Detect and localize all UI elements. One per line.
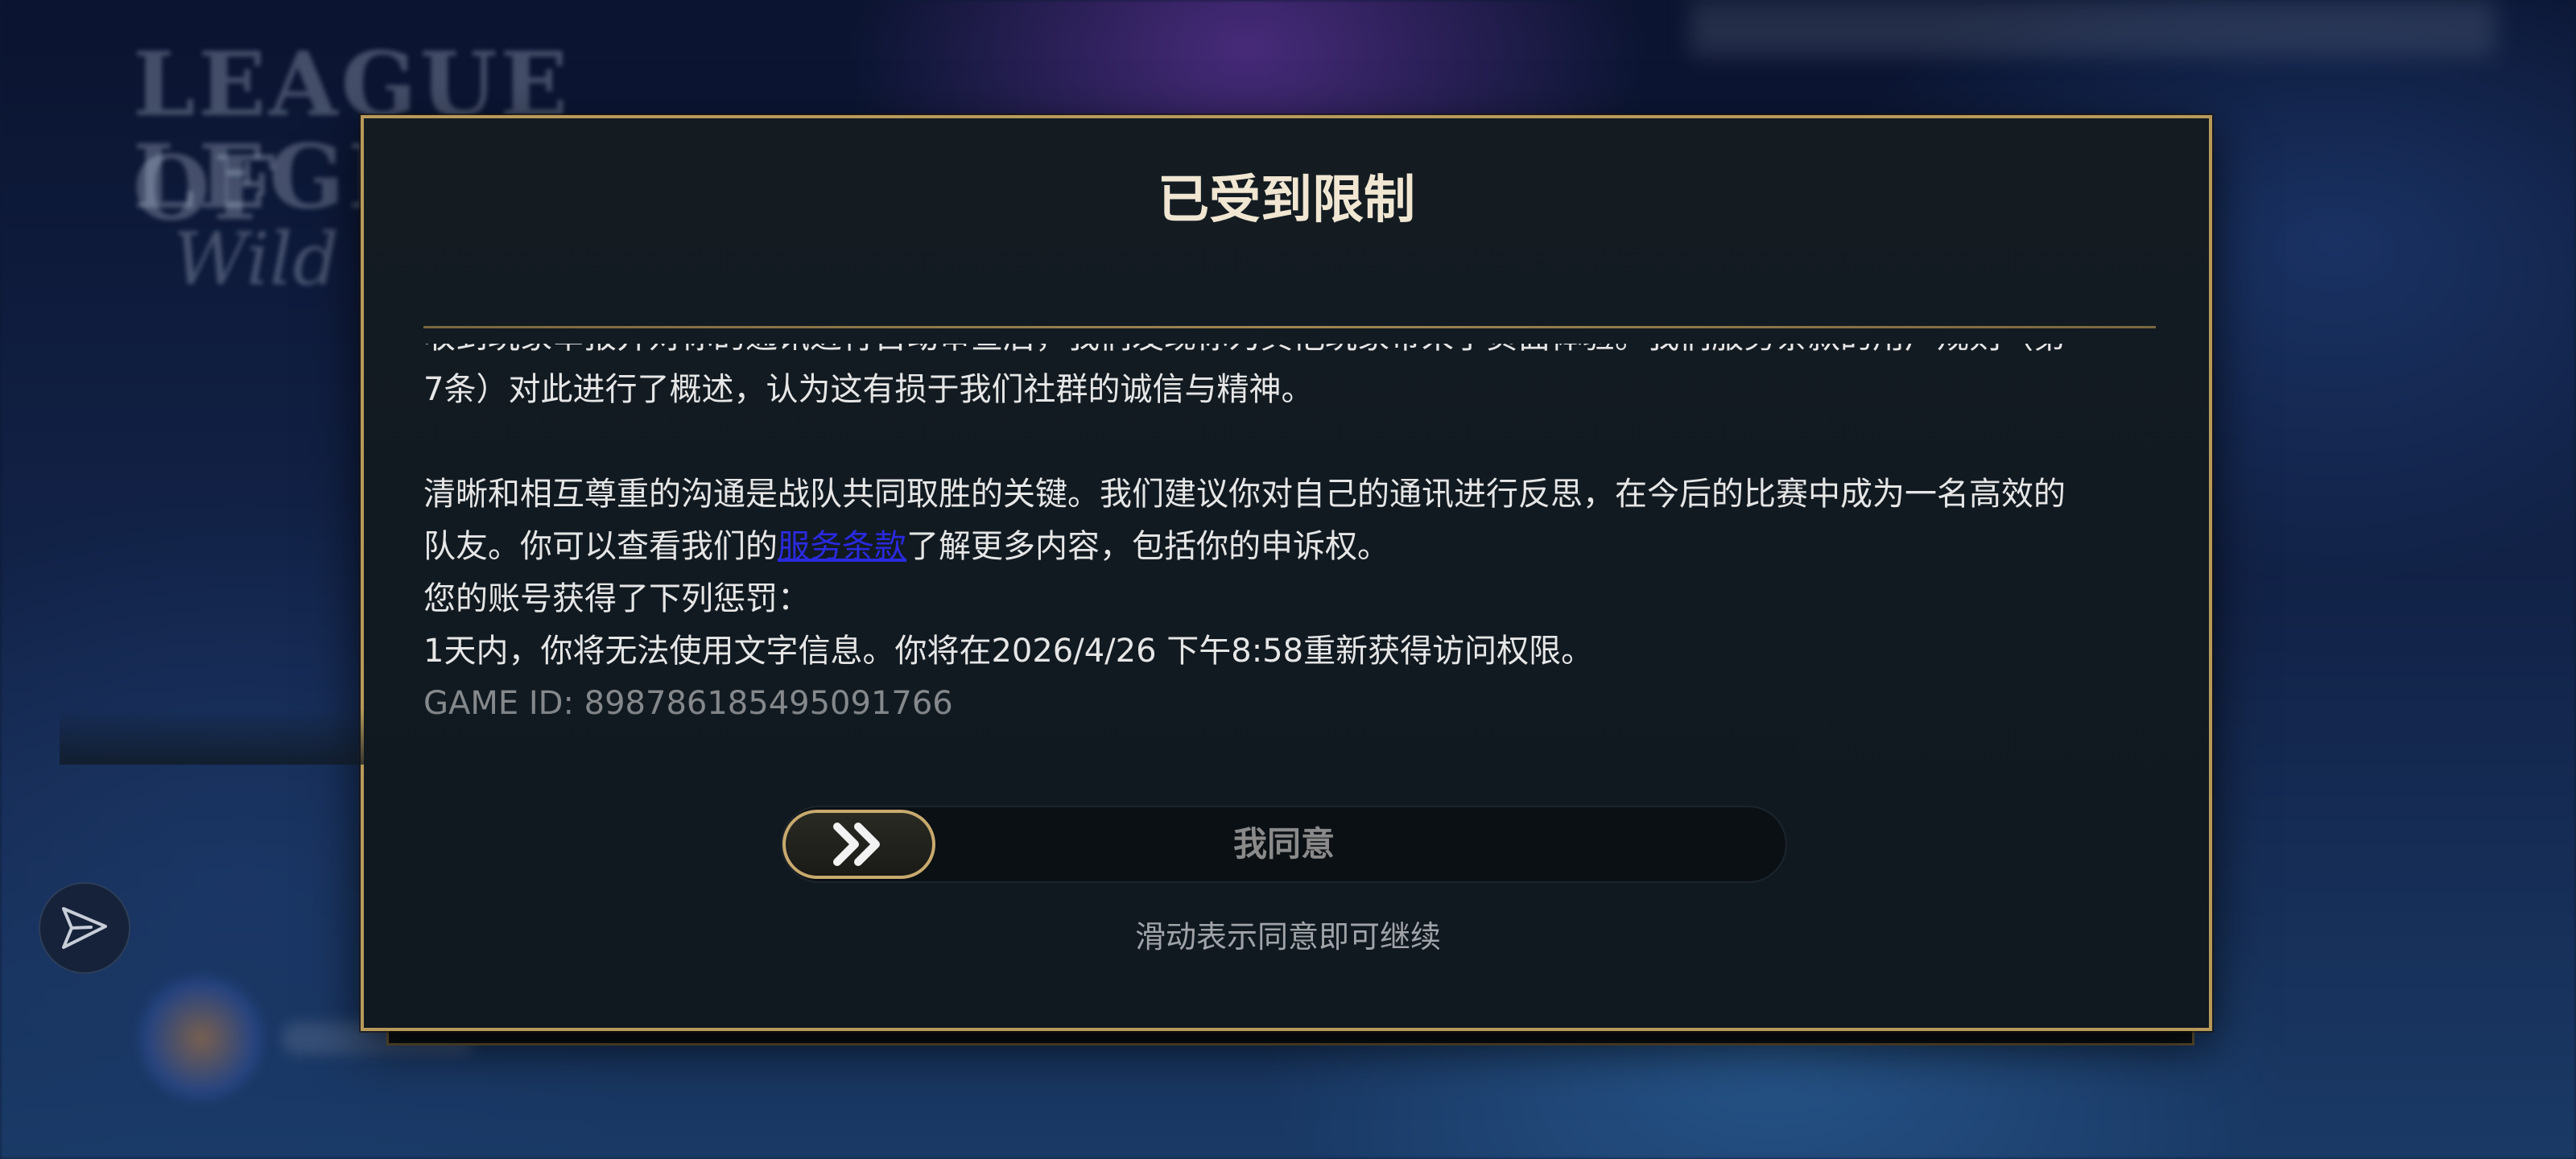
blurred-top-banner <box>1690 0 2496 56</box>
restriction-dialog: 已受到限制 收到玩家举报并对你的通讯进行自动审查后，我们发现你为其他玩家带来了负… <box>361 115 2212 1031</box>
terms-of-service-link[interactable]: 服务条款 <box>778 528 906 565</box>
penalty-detail: 1天内，你将无法使用文字信息。你将在2026/4/26 下午8:58重新获得访问… <box>423 633 1594 670</box>
message-line-cut: 收到玩家举报并对你的通讯进行自动审查后，我们发现你为其他玩家带来了负面体验。我们… <box>423 344 2162 364</box>
penalty-intro: 您的账号获得了下列惩罚： <box>423 580 810 617</box>
agree-slider-handle[interactable] <box>782 810 935 879</box>
message-line-2: 7条）对此进行了概述，认为这有损于我们社群的诚信与精神。 <box>423 371 1314 408</box>
message-scroll-area[interactable]: 收到玩家举报并对你的通讯进行自动审查后，我们发现你为其他玩家带来了负面体验。我们… <box>423 344 2162 880</box>
advice-line-1: 清晰和相互尊重的沟通是战队共同取胜的关键。我们建议你对自己的通讯进行反思，在今后… <box>423 476 2066 513</box>
double-chevron-right-icon <box>833 823 880 866</box>
dialog-title: 已受到限制 <box>1158 171 1415 230</box>
slide-to-agree-hint: 滑动表示同意即可继续 <box>1134 919 1441 955</box>
advice-suffix: 了解更多内容，包括你的申诉权。 <box>906 528 1389 565</box>
game-id: GAME ID: 898786185495091766 <box>423 685 953 722</box>
title-divider <box>423 326 2156 328</box>
advice-line-2: 队友。你可以查看我们的服务条款了解更多内容，包括你的申诉权。 <box>423 521 2162 573</box>
blurred-rank-badge <box>137 974 266 1103</box>
advice-prefix: 队友。你可以查看我们的 <box>423 528 778 565</box>
